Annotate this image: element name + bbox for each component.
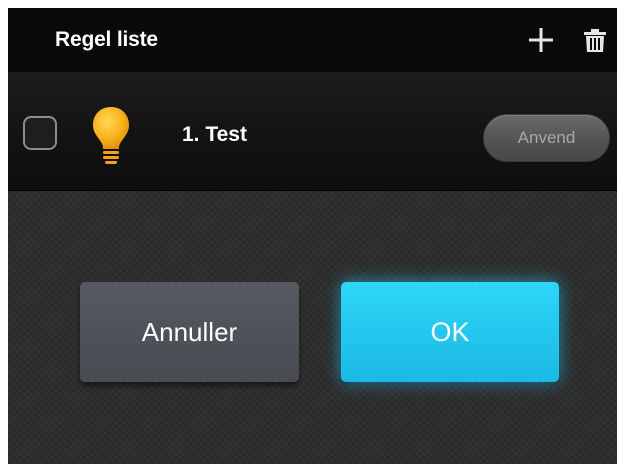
trash-icon bbox=[584, 29, 606, 52]
ok-button[interactable]: OK bbox=[341, 282, 559, 382]
header-bar: Regel liste bbox=[8, 8, 617, 72]
rule-row[interactable]: 1. Test Anvend bbox=[8, 72, 617, 191]
page-title: Regel liste bbox=[55, 28, 158, 51]
delete-rule-button[interactable] bbox=[580, 25, 610, 55]
lightbulb-icon bbox=[93, 107, 129, 164]
rule-list-window: Regel liste 1. Test Anvend Annuller OK bbox=[8, 8, 617, 464]
apply-button[interactable]: Anvend bbox=[483, 114, 610, 162]
plus-icon bbox=[529, 28, 553, 52]
add-rule-button[interactable] bbox=[526, 25, 556, 55]
cancel-button[interactable]: Annuller bbox=[80, 282, 299, 382]
rule-name: 1. Test bbox=[182, 123, 247, 146]
rule-checkbox[interactable] bbox=[23, 116, 57, 150]
